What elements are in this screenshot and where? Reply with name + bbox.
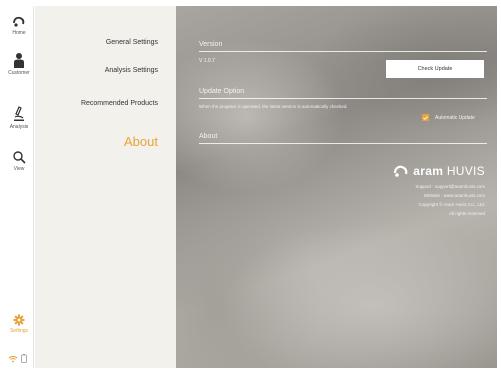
nav-customer-label: Customer [8,70,30,76]
version-divider [199,51,487,52]
check-update-button[interactable]: Check Update [386,60,484,78]
home-icon [13,16,25,27]
company-logo: aram HUVIS [393,164,485,178]
brand-name: aram HUVIS [413,164,485,178]
version-value: V 1.0.7 [199,58,215,64]
menu-recommended-products[interactable]: Recommended Products [81,100,158,107]
update-option-description: When the program is operated, the latest… [199,104,348,109]
nav-analysis[interactable]: Analysis [4,106,34,130]
nav-customer[interactable]: Customer [4,52,34,76]
about-panel: Version V 1.0.7 Check Update Update Opti… [176,6,497,368]
nav-settings-label: Settings [9,328,29,334]
about-title: About [199,133,218,140]
company-details: Support : support@aramhuvis.com Website … [393,182,485,218]
aram-logo-icon [394,165,408,177]
menu-about[interactable]: About [124,134,158,149]
view-icon [13,151,26,164]
nav-view-label: View [13,166,25,172]
rights-text: All rights reserved [448,211,485,216]
app-window: Home Customer Analysis View Settings Gen… [0,0,501,371]
nav-settings[interactable]: Settings [4,314,34,334]
menu-general-settings[interactable]: General Settings [106,39,158,46]
nav-view[interactable]: View [4,150,34,172]
support-email: Support : support@aramhuvis.com [415,184,485,189]
update-option-title: Update Option [199,88,245,95]
battery-icon [21,354,27,363]
copyright-text: Copyright © Aram Huvis Co., Ltd. [418,202,485,207]
analysis-icon [14,106,24,121]
checkbox-checked-icon [422,114,429,121]
gear-icon [13,314,25,326]
update-option-divider [199,98,487,99]
settings-menu: General Settings Analysis Settings Recom… [35,6,176,368]
automatic-update-label: Automatic Update [435,114,475,121]
left-nav-rail: Home Customer Analysis View Settings [4,6,34,368]
nav-home-label: Home [12,30,26,36]
menu-analysis-settings[interactable]: Analysis Settings [105,67,158,74]
company-info: aram HUVIS Support : support@aramhuvis.c… [393,164,485,218]
wifi-icon [8,355,18,362]
automatic-update-checkbox[interactable]: Automatic Update [422,114,475,121]
about-divider [199,143,487,144]
website-url: Website : www.aramhuvis.com [423,193,485,198]
nav-analysis-label: Analysis [9,124,29,130]
customer-icon [14,53,24,68]
status-indicators [8,354,27,363]
version-title: Version [199,41,223,48]
nav-home[interactable]: Home [4,16,34,36]
